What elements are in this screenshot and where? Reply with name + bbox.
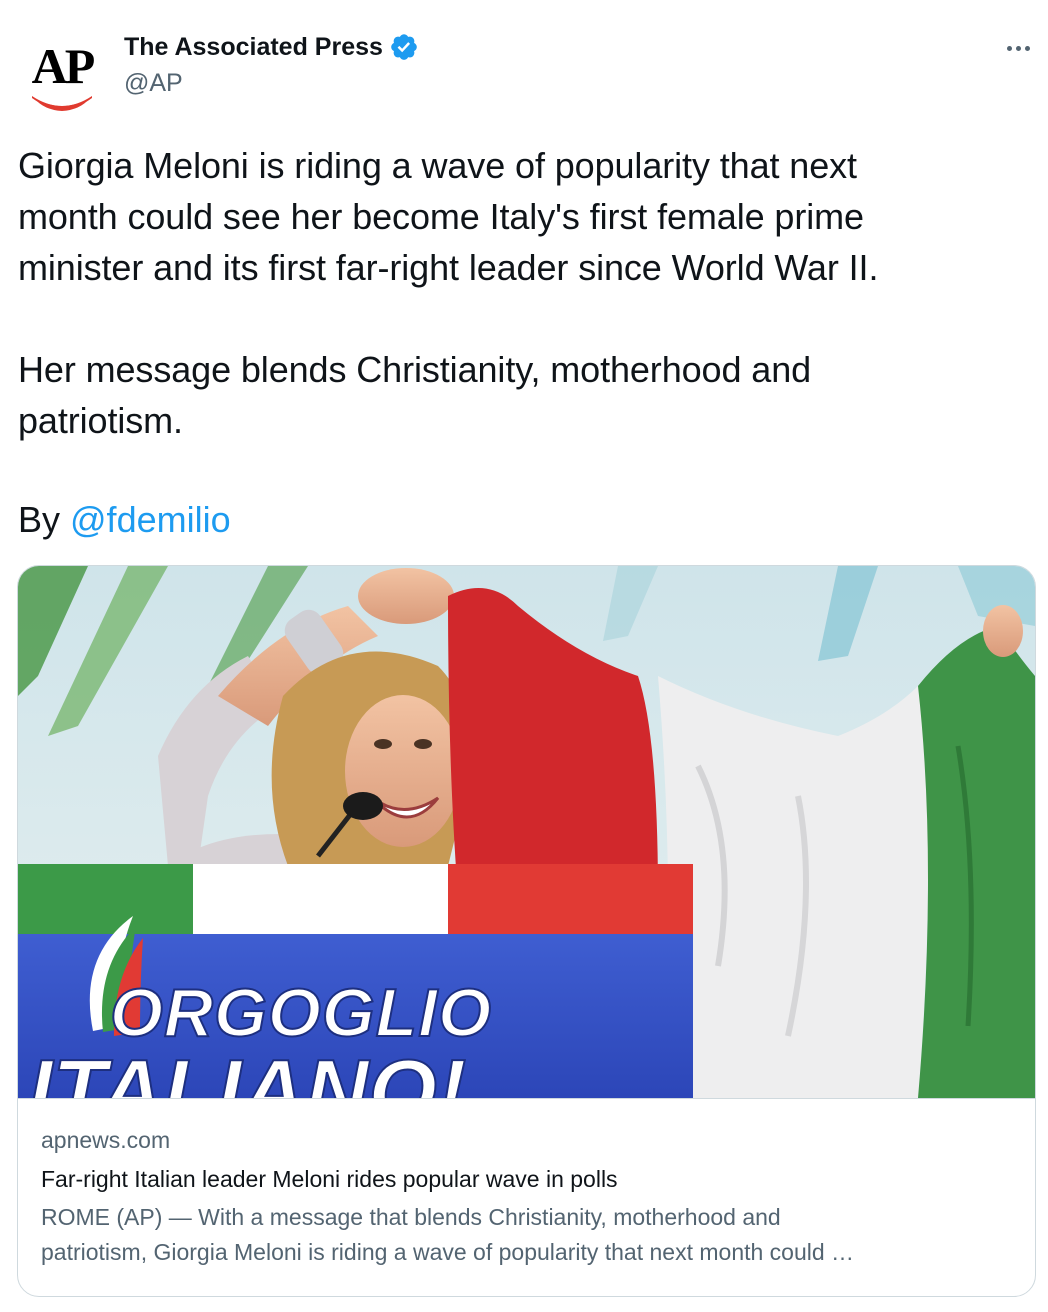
card-domain: apnews.com <box>41 1127 171 1153</box>
ap-logo-avatar[interactable]: AP <box>20 34 104 118</box>
more-dot-icon <box>1006 45 1012 51</box>
more-options-button[interactable] <box>996 36 1040 60</box>
mention-link[interactable]: @fdemilio <box>70 499 231 540</box>
card-title: Far-right Italian leader Meloni rides po… <box>41 1166 618 1192</box>
verified-badge-icon <box>391 34 417 60</box>
card-meta[interactable]: apnews.com Far-right Italian leader Melo… <box>18 1098 1035 1296</box>
author-display-name[interactable]: The Associated Press <box>124 32 383 62</box>
sign-text-line2: ITALIANO! <box>28 1041 466 1098</box>
author-handle[interactable]: @AP <box>124 68 419 98</box>
more-dot-icon <box>1024 45 1030 51</box>
more-dot-icon <box>1015 45 1021 51</box>
card-image-photo[interactable]: ORGOGLIO ITALIANO! <box>18 566 1035 1098</box>
ap-logo-text: AP <box>32 38 95 94</box>
tweet-author: The Associated Press @AP <box>124 32 419 98</box>
link-preview-card[interactable]: ORGOGLIO ITALIANO! apnews.com Far-right … <box>17 565 1036 1297</box>
author-name-row[interactable]: The Associated Press <box>124 32 419 62</box>
tweet-byline: By @fdemilio <box>18 494 231 545</box>
sign-text-line1: ORGOGLIO <box>110 975 492 1051</box>
tweet-text: Giorgia Meloni is riding a wave of popul… <box>18 145 879 441</box>
card-description: ROME (AP) — With a message that blends C… <box>41 1200 1013 1270</box>
card-description-text: ROME (AP) — With a message that blends C… <box>41 1204 855 1265</box>
byline-prefix: By <box>18 499 71 540</box>
